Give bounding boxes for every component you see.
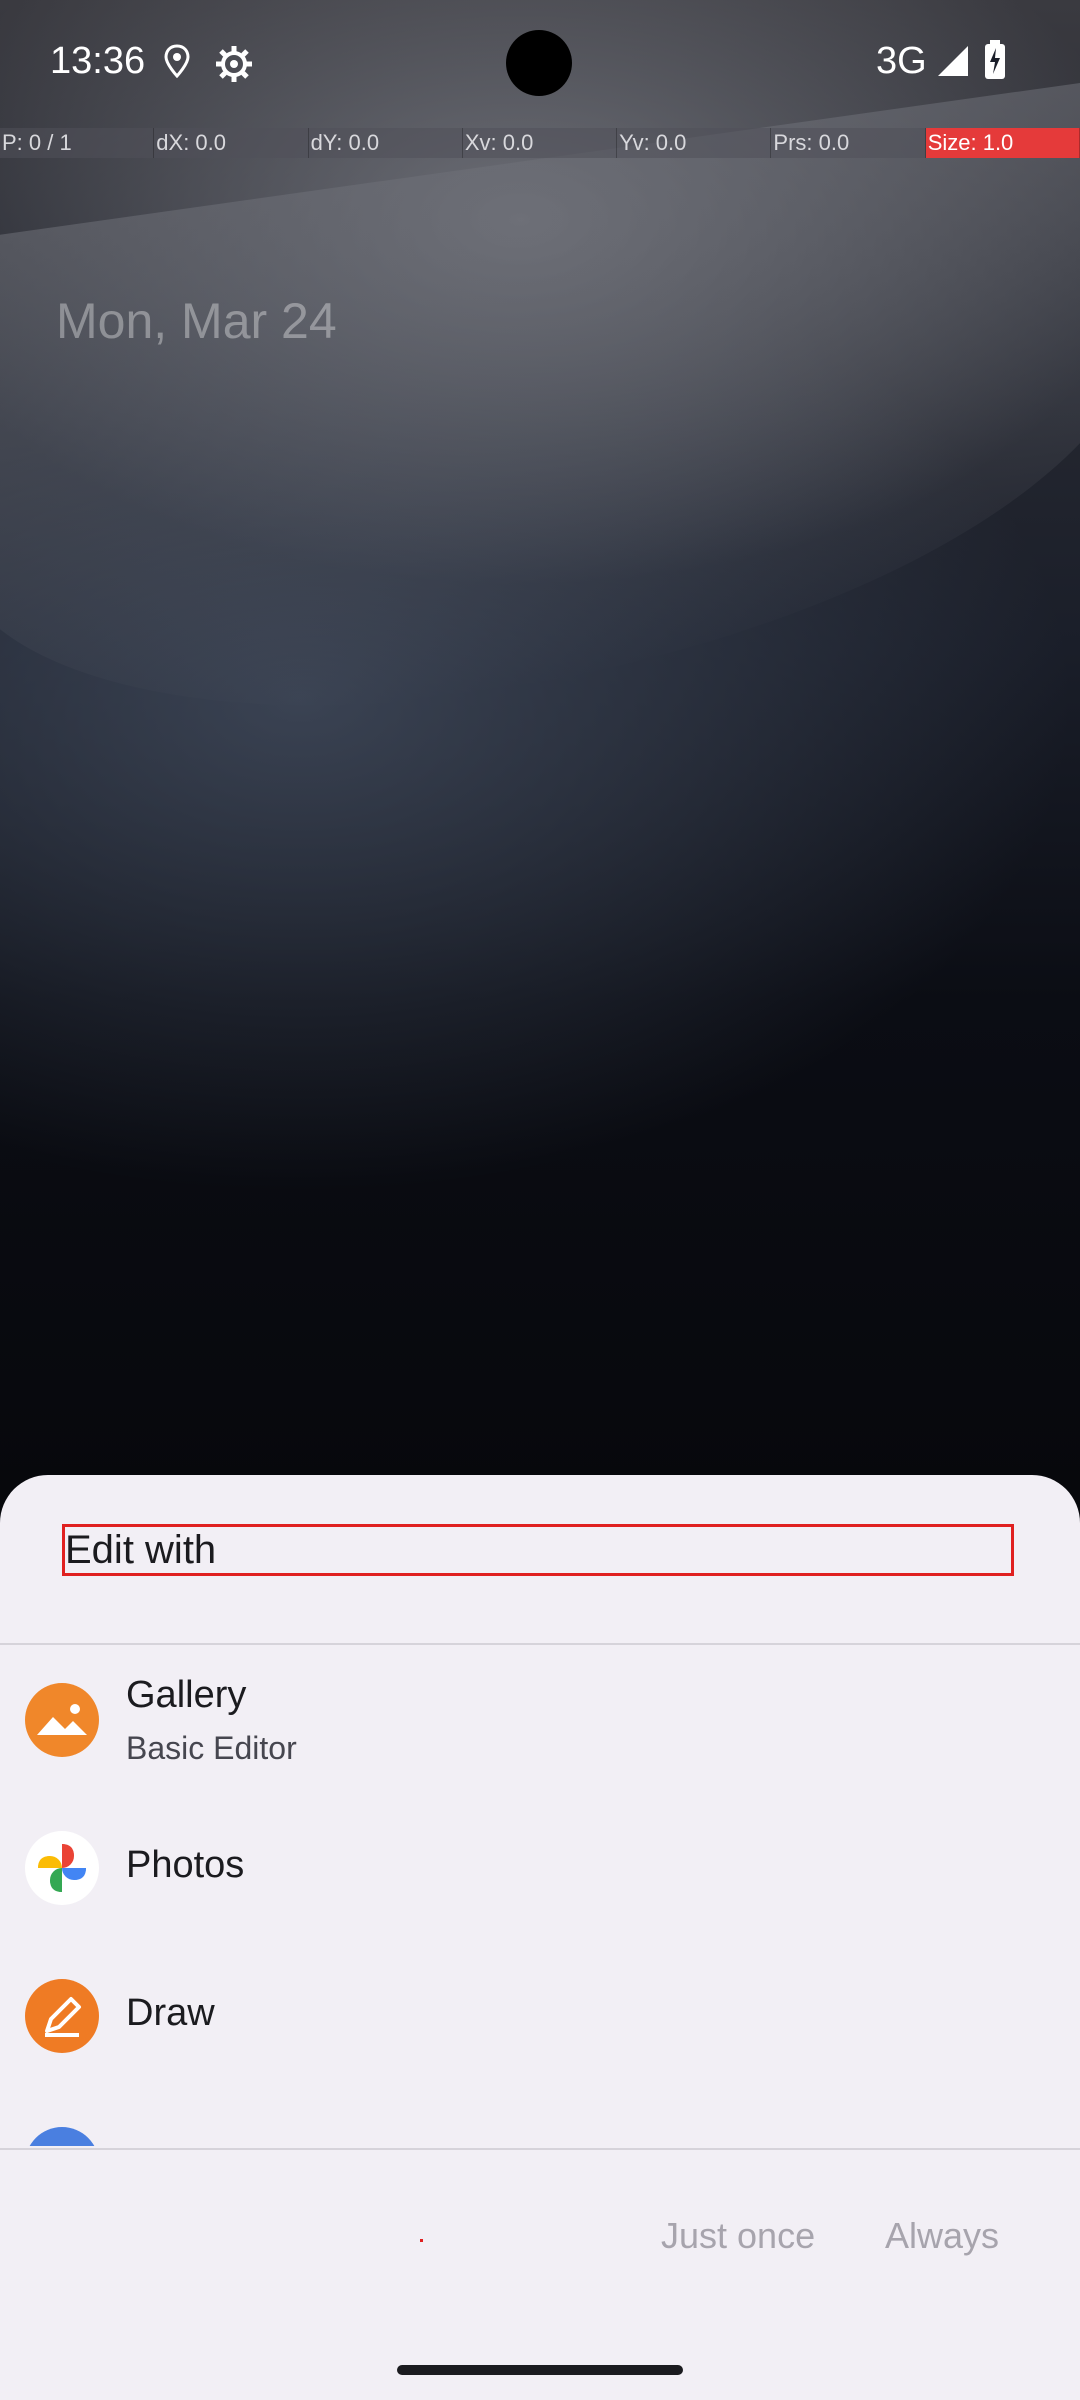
photos-icon	[25, 1831, 99, 1905]
app-subtitle: Basic Editor	[126, 1730, 297, 1766]
pointer-cell: dY: 0.0	[309, 128, 463, 158]
markup-icon	[25, 2127, 99, 2146]
app-name: Gallery	[126, 1674, 247, 1716]
app-option-markup[interactable]	[0, 2090, 1080, 2146]
location-icon	[164, 44, 190, 83]
divider	[0, 2148, 1080, 2150]
lockscreen-date: Mon, Mar 24	[56, 293, 337, 349]
divider	[0, 1643, 1080, 1645]
app-option-gallery[interactable]: Gallery Basic Editor	[0, 1646, 1080, 1794]
app-name: Photos	[126, 1844, 245, 1886]
app-name: Draw	[126, 1992, 215, 2034]
network-type: 3G	[876, 40, 927, 82]
app-option-draw[interactable]: Draw	[0, 1942, 1080, 2090]
pointer-cell: Prs: 0.0	[771, 128, 926, 158]
status-time: 13:36	[50, 40, 146, 82]
settings-gear-icon	[214, 44, 254, 89]
always-button[interactable]: Always	[885, 2215, 999, 2257]
draw-icon	[25, 1979, 99, 2053]
signal-icon	[936, 44, 970, 83]
sheet-title: Edit with	[62, 1524, 1014, 1576]
pointer-cell: Xv: 0.0	[463, 128, 618, 158]
gallery-icon	[25, 1683, 99, 1757]
navigation-handle[interactable]	[397, 2365, 683, 2375]
screen: 13:36 3G P: 0 / 1 dX: 0.0 dY: 0.0 Xv: 0.…	[0, 0, 1080, 2400]
app-option-photos[interactable]: Photos	[0, 1794, 1080, 1942]
pointer-cell: dX: 0.0	[154, 128, 309, 158]
pointer-cell: Size: 1.0	[925, 128, 1080, 158]
pointer-cell: P: 0 / 1	[0, 128, 155, 158]
battery-charging-icon	[984, 40, 1006, 85]
just-once-button[interactable]: Just once	[661, 2215, 815, 2257]
pointer-location-bar: P: 0 / 1 dX: 0.0 dY: 0.0 Xv: 0.0 Yv: 0.0…	[0, 128, 1080, 158]
status-bar: 13:36 3G	[0, 0, 1080, 128]
pointer-cell: Yv: 0.0	[617, 128, 772, 158]
camera-cutout	[506, 30, 572, 96]
